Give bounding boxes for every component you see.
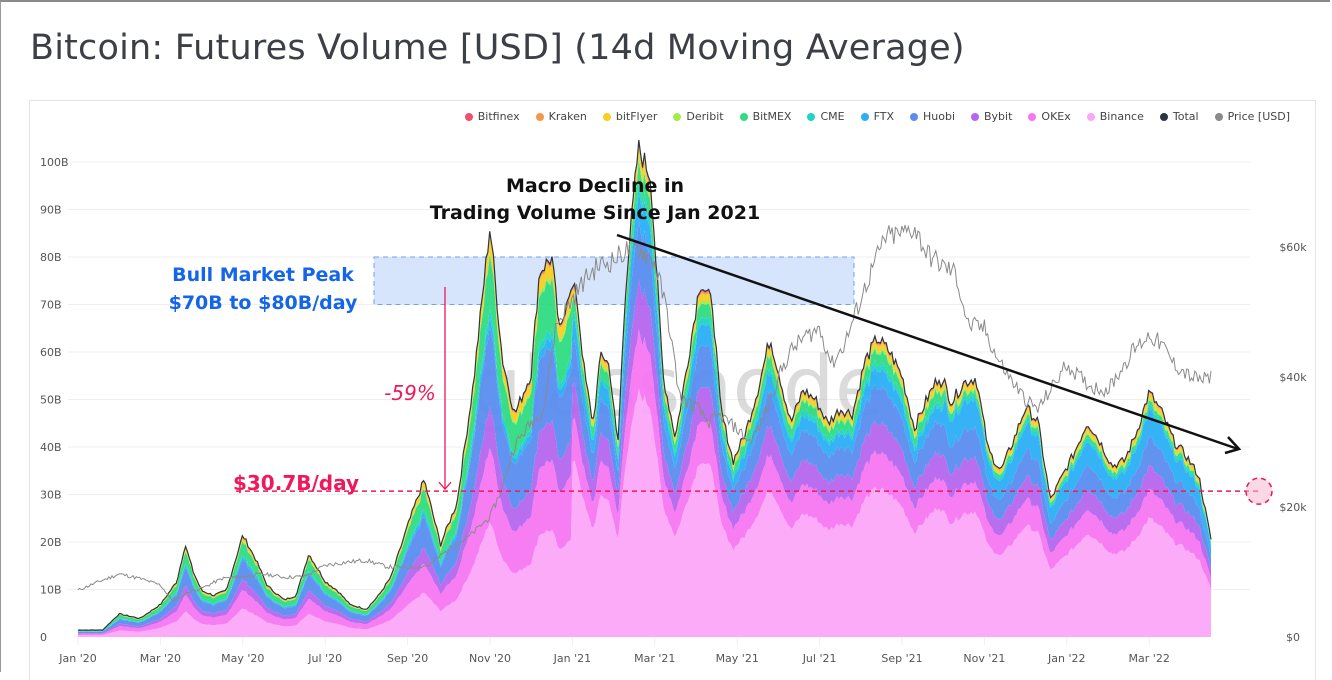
- drop-percent-annotation: -59%: [384, 381, 436, 405]
- y-tick-right: $20k: [1279, 501, 1307, 514]
- y-tick-left: 70B: [40, 299, 62, 312]
- x-tick-label: May '21: [716, 652, 759, 665]
- y-tick-left: 100B: [40, 156, 69, 169]
- x-tick-label: Jan '20: [58, 652, 96, 665]
- y-axis-left: 0 10B 20B 30B 40B 50B 60B 70B 80B 90B 100B: [40, 156, 69, 644]
- x-tick-label: Nov '20: [469, 652, 511, 665]
- y-tick-left: 50B: [40, 394, 62, 407]
- chart-svg: 010B20B30B40B50B60B70B80B90B100B $0$20k$…: [40, 140, 1307, 665]
- x-tick-label: Jan '21: [553, 652, 591, 665]
- y-tick-right: $60k: [1279, 241, 1307, 254]
- y-tick-left: 40B: [40, 441, 62, 454]
- y-tick-left: 60B: [40, 346, 62, 359]
- y-tick-right: $0: [1286, 631, 1300, 644]
- y-tick-left: 20B: [40, 536, 62, 549]
- x-tick-label: Mar '20: [140, 652, 181, 665]
- macro-annotation-line1: Macro Decline in: [506, 175, 684, 197]
- y-tick-left: 10B: [40, 584, 62, 597]
- x-axis: Jan '20 Mar '20 May '20 Jul '20 Sep '20 Nov '…: [58, 637, 1170, 665]
- y-tick-left: 0: [40, 631, 47, 644]
- bull-annotation-line2: $70B to $80B/day: [169, 292, 358, 314]
- macro-annotation-line2: Trading Volume Since Jan 2021: [430, 202, 760, 224]
- x-tick-label: Jul '20: [307, 652, 342, 665]
- y-tick-left: 30B: [40, 489, 62, 502]
- current-level-annotation: $30.7B/day: [233, 471, 359, 495]
- y-tick-left: 90B: [40, 204, 62, 217]
- y-axis-right: $0 $20k $40k $60k: [1279, 241, 1307, 644]
- x-tick-label: Sep '20: [387, 652, 428, 665]
- x-tick-label: Sep '21: [881, 652, 922, 665]
- current-point-marker: [1245, 477, 1273, 505]
- x-tick-label: Jan '22: [1047, 652, 1085, 665]
- x-tick-label: May '20: [221, 652, 264, 665]
- y-tick-left: 80B: [40, 251, 62, 264]
- y-tick-right: $40k: [1279, 371, 1307, 384]
- x-tick-label: Mar '22: [1129, 652, 1170, 665]
- x-tick-label: Mar '21: [634, 652, 675, 665]
- bull-market-band: [373, 256, 855, 305]
- x-tick-label: Nov '21: [963, 652, 1005, 665]
- x-tick-label: Jul '21: [802, 652, 837, 665]
- bull-annotation-line1: Bull Market Peak: [172, 264, 354, 286]
